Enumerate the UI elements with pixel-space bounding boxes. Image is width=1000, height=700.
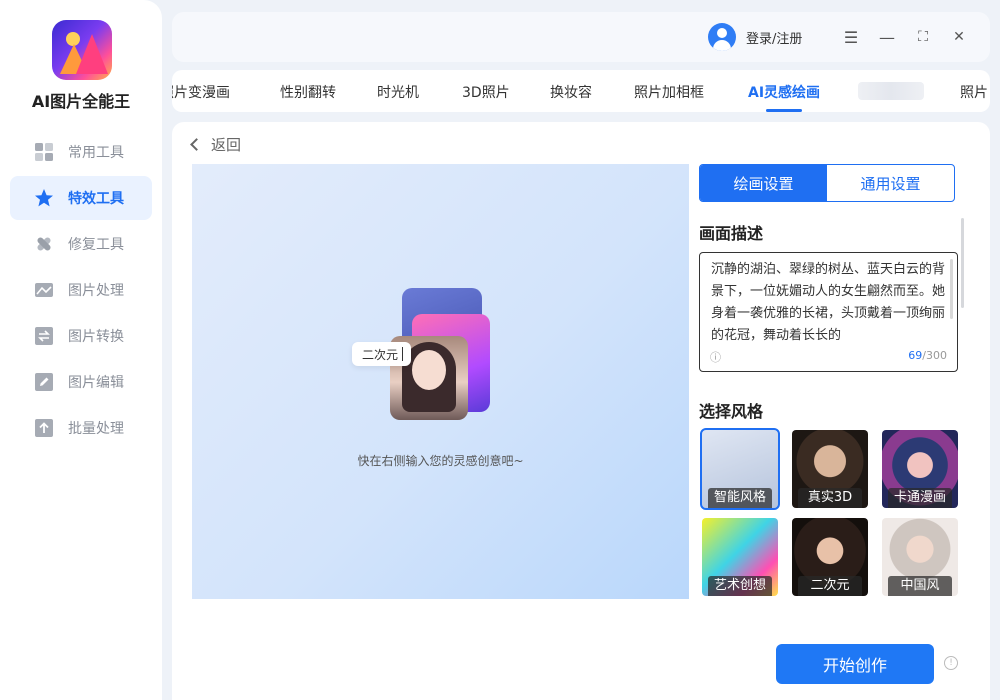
style-label: 真实3D: [798, 488, 862, 508]
info-small-icon: ⓘ: [710, 351, 721, 364]
style-label: 智能风格: [708, 488, 772, 508]
title-bar: 登录/注册 ☰ — ⛶ ✕: [172, 12, 990, 62]
preview-hint: 快在右侧输入您的灵感创意吧~: [357, 454, 524, 468]
sidebar-item-label: 修复工具: [68, 237, 124, 253]
grid-icon: [34, 142, 54, 162]
tab-photo-to-comic[interactable]: 照片变漫画: [172, 82, 230, 102]
style-label: 二次元: [798, 576, 862, 596]
sidebar-item-label: 常用工具: [68, 145, 124, 161]
style-art[interactable]: 艺术创想: [702, 518, 778, 596]
tab-photo[interactable]: 照片: [960, 82, 988, 102]
login-button[interactable]: 登录/注册: [708, 22, 802, 52]
tab-placeholder: [858, 82, 924, 100]
tab-photo-frame[interactable]: 照片加相框: [634, 82, 704, 102]
text-cursor-icon: [402, 347, 404, 361]
login-label: 登录/注册: [746, 31, 803, 47]
user-avatar-icon: [708, 23, 736, 51]
app-title: AI图片全能王: [31, 92, 131, 111]
chevron-left-icon: [190, 138, 203, 151]
style-label: 艺术创想: [708, 576, 772, 596]
tab-general-settings[interactable]: 通用设置: [827, 165, 954, 201]
maximize-icon[interactable]: ⛶: [912, 26, 934, 48]
info-icon[interactable]: !: [944, 656, 958, 670]
sidebar-item-label: 特效工具: [68, 191, 124, 207]
style-title: 选择风格: [699, 402, 764, 421]
sidebar-item-effects-tools[interactable]: 特效工具: [10, 176, 152, 220]
bandage-icon: [34, 234, 54, 254]
star-icon: [34, 188, 54, 208]
close-icon[interactable]: ✕: [948, 26, 970, 48]
style-smart[interactable]: 智能风格: [700, 428, 780, 510]
tab-time-machine[interactable]: 时光机: [377, 82, 419, 102]
upload-icon: [34, 418, 54, 438]
back-button[interactable]: 返回: [190, 134, 242, 155]
sidebar-item-batch-processing[interactable]: 批量处理: [10, 406, 152, 450]
sidebar-item-label: 图片处理: [68, 283, 124, 299]
app-logo: [52, 20, 112, 80]
minimize-icon[interactable]: —: [876, 26, 898, 48]
style-anime[interactable]: 二次元: [792, 518, 868, 596]
start-create-button[interactable]: 开始创作: [776, 644, 934, 684]
active-tab-indicator: [766, 109, 802, 112]
style-real-3d[interactable]: 真实3D: [792, 430, 868, 508]
style-grid: 智能风格 真实3D 卡通漫画 艺术创想 二次元 中国风: [700, 428, 962, 600]
preview-canvas: 二次元 快在右侧输入您的灵感创意吧~: [192, 164, 689, 599]
description-scrollbar[interactable]: [950, 259, 953, 319]
style-label: 中国风: [888, 576, 952, 596]
description-text: 沉静的湖泊、翠绿的树丛、蓝天白云的背景下，一位妩媚动人的女生翩然而至。她身着一袭…: [711, 262, 946, 343]
tab-makeup[interactable]: 换妆容: [550, 82, 592, 102]
image-icon: [34, 280, 54, 300]
sidebar-item-label: 图片转换: [68, 329, 124, 345]
sidebar-item-repair-tools[interactable]: 修复工具: [10, 222, 152, 266]
edit-icon: [34, 372, 54, 392]
style-cartoon[interactable]: 卡通漫画: [882, 430, 958, 508]
tab-ai-painting[interactable]: AI灵感绘画: [748, 82, 820, 102]
sidebar-item-image-processing[interactable]: 图片处理: [10, 268, 152, 312]
back-label: 返回: [211, 136, 242, 154]
sidebar-item-common-tools[interactable]: 常用工具: [10, 130, 152, 174]
char-count-max: /300: [922, 349, 947, 362]
description-textarea[interactable]: 沉静的湖泊、翠绿的树丛、蓝天白云的背景下，一位妩媚动人的女生翩然而至。她身着一袭…: [699, 252, 958, 372]
tab-gender-swap[interactable]: 性别翻转: [280, 82, 336, 102]
tab-draw-settings[interactable]: 绘画设置: [700, 165, 827, 201]
sidebar-item-image-convert[interactable]: 图片转换: [10, 314, 152, 358]
style-chinese[interactable]: 中国风: [882, 518, 958, 596]
style-chip-label: 二次元: [362, 347, 399, 362]
char-counter: 69/300: [908, 349, 947, 365]
description-title: 画面描述: [699, 224, 764, 243]
sidebar-nav: 常用工具 特效工具 修复工具 图片处理 图片转换 图片编辑 批量处理: [10, 130, 152, 452]
sidebar-item-image-edit[interactable]: 图片编辑: [10, 360, 152, 404]
sidebar-item-label: 图片编辑: [68, 375, 124, 391]
style-label: 卡通漫画: [888, 488, 952, 508]
tab-3d-photo[interactable]: 3D照片: [462, 82, 510, 102]
convert-icon: [34, 326, 54, 346]
menu-icon[interactable]: ☰: [840, 26, 862, 48]
style-chip: 二次元: [352, 342, 412, 366]
settings-segmented-control: 绘画设置 通用设置: [699, 164, 955, 202]
sidebar: AI图片全能王 常用工具 特效工具 修复工具 图片处理 图片转换 图片编辑 批量…: [0, 0, 162, 700]
char-count-current: 69: [908, 349, 923, 362]
sidebar-item-label: 批量处理: [68, 421, 124, 437]
settings-scrollbar[interactable]: [961, 218, 964, 308]
main-panel: 返回 二次元 快在右侧输入您的灵感创意吧~ 绘画设置 通用设置 画面描述 沉静的…: [172, 122, 990, 700]
feature-tabs: 照片变漫画 性别翻转 时光机 3D照片 换妆容 照片加相框 AI灵感绘画 照片: [172, 70, 990, 112]
